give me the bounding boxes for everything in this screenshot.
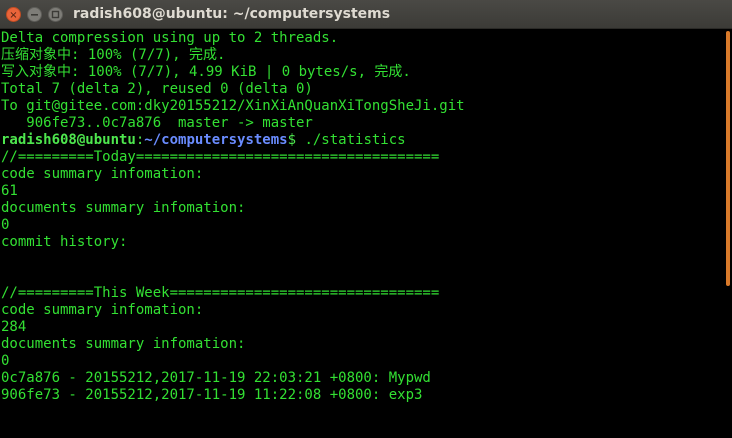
output-line: code summary infomation: bbox=[1, 166, 204, 182]
close-icon[interactable]: × bbox=[6, 7, 21, 22]
output-line: commit history: bbox=[1, 234, 128, 250]
scrollbar-thumb[interactable] bbox=[726, 31, 730, 286]
terminal-window: × radish608@ubuntu: ~/computersystems De… bbox=[0, 0, 732, 438]
output-line: 写入对象中: 100% (7/7), 4.99 KiB | 0 bytes/s,… bbox=[1, 64, 411, 80]
minimize-icon[interactable] bbox=[27, 7, 42, 22]
output-line: To git@gitee.com:dky20155212/XinXiAnQuan… bbox=[1, 98, 465, 114]
output-line: Delta compression using up to 2 threads. bbox=[1, 30, 339, 46]
output-line: documents summary infomation: bbox=[1, 200, 246, 216]
output-line: 压缩对象中: 100% (7/7), 完成. bbox=[1, 47, 226, 63]
window-title: radish608@ubuntu: ~/computersystems bbox=[73, 6, 391, 22]
output-line: 0 bbox=[1, 217, 10, 233]
output-line: 0 bbox=[1, 353, 10, 369]
output-line: 61 bbox=[1, 183, 18, 199]
output-line: code summary infomation: bbox=[1, 302, 204, 318]
output-line: 0c7a876 - 20155212,2017-11-19 22:03:21 +… bbox=[1, 370, 431, 386]
output-line: documents summary infomation: bbox=[1, 336, 246, 352]
output-line: Total 7 (delta 2), reused 0 (delta 0) bbox=[1, 81, 313, 97]
terminal-output[interactable]: Delta compression using up to 2 threads.… bbox=[0, 29, 718, 438]
output-line: 906fe73..0c7a876 master -> master bbox=[1, 115, 313, 131]
prompt-dollar: $ bbox=[287, 132, 305, 148]
output-line: 906fe73 - 20155212,2017-11-19 11:22:08 +… bbox=[1, 387, 423, 403]
scrollbar[interactable] bbox=[718, 29, 732, 438]
shell-prompt-line[interactable]: radish608@ubuntu:~/computersystems$ ./st… bbox=[0, 132, 718, 149]
prompt-command: ./statistics bbox=[304, 132, 406, 148]
prompt-user-host: radish608@ubuntu bbox=[1, 132, 136, 148]
output-line: //=========This Week====================… bbox=[1, 285, 440, 301]
prompt-path: ~/computersystems bbox=[144, 132, 288, 148]
output-line: 284 bbox=[1, 319, 27, 335]
output-line: //=========Today========================… bbox=[1, 149, 440, 165]
maximize-icon[interactable] bbox=[48, 7, 63, 22]
title-bar[interactable]: × radish608@ubuntu: ~/computersystems bbox=[0, 0, 732, 29]
